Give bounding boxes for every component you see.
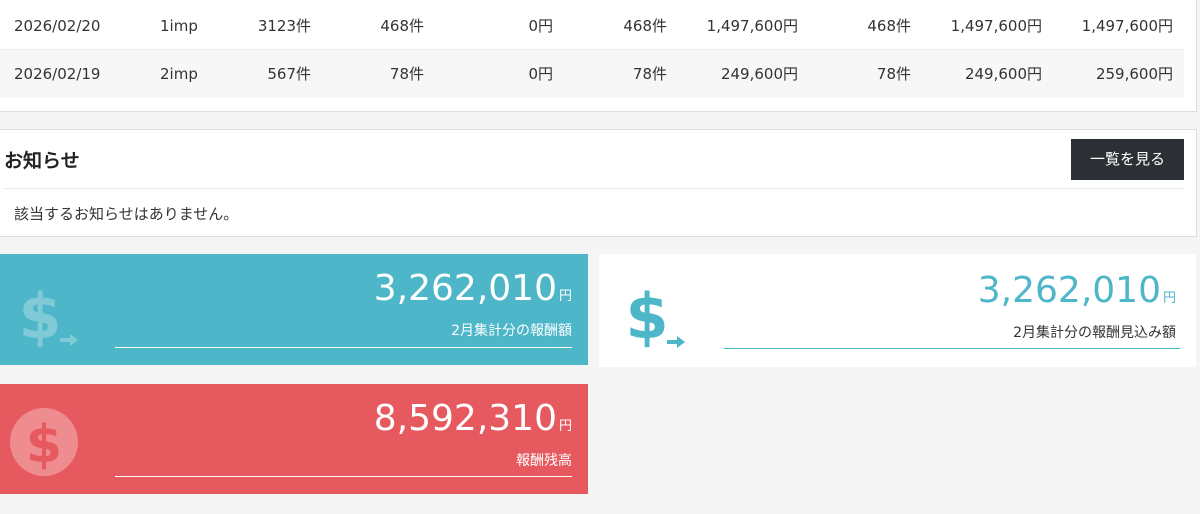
- view-all-button[interactable]: 一覧を見る: [1071, 139, 1184, 180]
- divider: [4, 188, 1184, 189]
- table-row: 2026/02/20 1imp 3123件 468件 0円 468件 1,497…: [0, 2, 1184, 50]
- amount-cell: 1,497,600円: [1081, 17, 1173, 35]
- amount-cell: 259,600円: [1095, 65, 1173, 83]
- monthly-reward-card: $ 3,262,010 円 2月集計分の報酬額: [0, 254, 588, 365]
- dollar-coin-icon: $: [10, 408, 78, 476]
- amount-cell: 249,600円: [720, 65, 798, 83]
- estimated-reward-card: $ 3,262,010 円 2月集計分の報酬見込み額: [599, 254, 1196, 367]
- count-cell: 468件: [380, 17, 424, 35]
- dollar-transfer-icon: $: [627, 280, 685, 352]
- estimated-reward-label: 2月集計分の報酬見込み額: [1013, 325, 1176, 341]
- count-cell: 468件: [623, 17, 667, 35]
- count-cell: 78件: [389, 65, 424, 83]
- date-cell: 2026/02/20: [14, 17, 101, 35]
- amount-cell: 249,600円: [964, 65, 1042, 83]
- count-cell: 78件: [876, 65, 911, 83]
- date-cell: 2026/02/19: [14, 65, 101, 83]
- estimated-reward-amount: 3,262,010 円: [977, 270, 1176, 311]
- report-table: 2026/02/20 1imp 3123件 468件 0円 468件 1,497…: [0, 0, 1197, 112]
- amount-cell: 0円: [528, 65, 553, 83]
- count-cell: 78件: [632, 65, 667, 83]
- underline: [115, 347, 572, 348]
- notice-panel: お知らせ 一覧を見る 該当するお知らせはありません。: [0, 129, 1197, 237]
- underline: [724, 348, 1180, 349]
- count-cell: 3123件: [257, 17, 311, 35]
- reward-balance-label: 報酬残高: [516, 453, 572, 469]
- count-cell: 567件: [267, 65, 311, 83]
- imp-cell: 1imp: [160, 17, 198, 35]
- svg-text:$: $: [627, 280, 669, 352]
- reward-balance-card: $ 8,592,310 円 報酬残高: [0, 384, 588, 494]
- amount-cell: 1,497,600円: [706, 17, 798, 35]
- monthly-reward-label: 2月集計分の報酬額: [451, 323, 572, 339]
- monthly-reward-amount: 3,262,010 円: [373, 268, 572, 309]
- notice-empty-message: 該当するお知らせはありません。: [14, 205, 239, 223]
- amount-cell: 0円: [528, 17, 553, 35]
- reward-balance-amount: 8,592,310 円: [373, 398, 572, 439]
- table-row: 2026/02/19 2imp 567件 78件 0円 78件 249,600円…: [0, 50, 1184, 98]
- count-cell: 468件: [867, 17, 911, 35]
- imp-cell: 2imp: [160, 65, 198, 83]
- dollar-transfer-icon: $: [20, 280, 78, 352]
- svg-text:$: $: [26, 415, 62, 475]
- underline: [115, 476, 572, 477]
- svg-text:$: $: [20, 280, 62, 352]
- notice-title: お知らせ: [4, 150, 80, 172]
- amount-cell: 1,497,600円: [950, 17, 1042, 35]
